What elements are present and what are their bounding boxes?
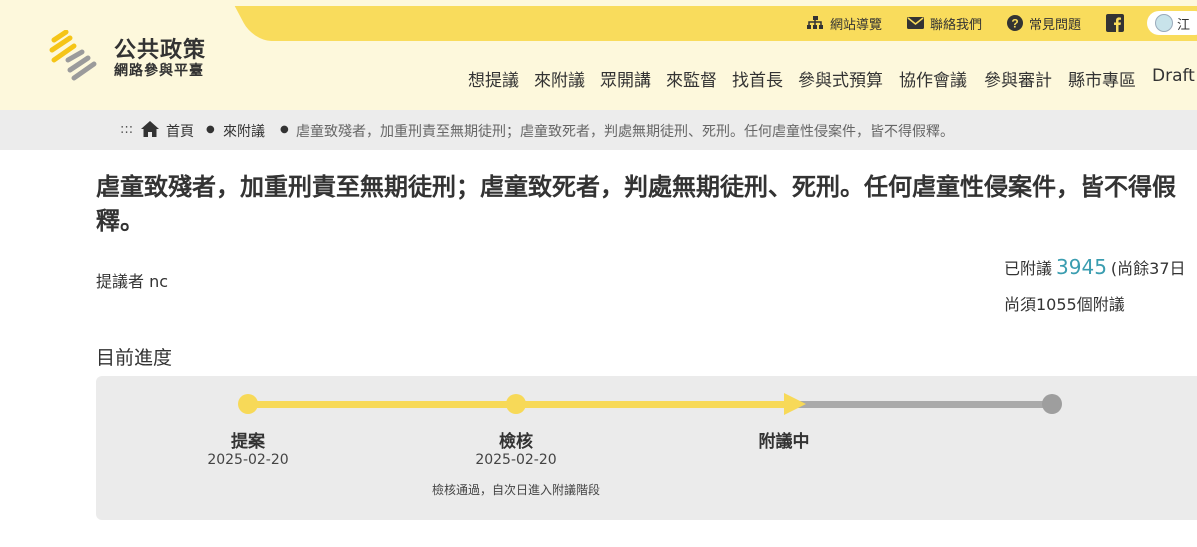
nav-participatory-budget[interactable]: 參與式預算: [798, 66, 883, 92]
proposer-info: 提議者 nc: [96, 272, 169, 291]
language-label: 江: [1177, 17, 1191, 33]
breadcrumb-current: 虐童致殘者，加重刑責至無期徒刑；虐童致死者，判處無期徒刑、死刑。任何虐童性侵案件…: [296, 124, 954, 140]
mail-icon: [907, 17, 924, 29]
facebook-link[interactable]: [1106, 8, 1124, 38]
language-selector[interactable]: 江: [1147, 11, 1197, 35]
nav-propose[interactable]: 想提議: [468, 66, 519, 92]
svg-text:?: ?: [1011, 17, 1018, 31]
sitemap-label: 網站導覽: [830, 17, 883, 33]
step-name-endorsing: 附議中: [758, 432, 810, 452]
breadcrumb: ::: 首頁 ● 來附議 ● 虐童致殘者，加重刑責至無期徒刑；虐童致死者，判處無…: [0, 110, 1197, 150]
sitemap-link[interactable]: 網站導覽: [806, 8, 882, 38]
nav-supervise[interactable]: 來監督: [666, 66, 717, 92]
step-dot-review: [506, 394, 526, 414]
logo-hands-icon: [49, 30, 97, 81]
nav-endorse[interactable]: 來附議: [534, 66, 585, 92]
facebook-icon: [1106, 14, 1124, 32]
endorsed-number: 3945: [1056, 255, 1107, 279]
nav-county-zone[interactable]: 縣市專區: [1068, 66, 1136, 92]
faq-link[interactable]: ? 常見問題: [1007, 8, 1081, 38]
step-date-review: 2025-02-20: [475, 452, 557, 468]
site-header: 公共政策 網路參與平臺 網站導覽 聯絡我們 ? 常見問題 江 想提議 來附議 眾…: [0, 0, 1197, 110]
logo-subtitle: 網路參與平臺: [114, 63, 204, 79]
step-name-proposal: 提案: [231, 432, 265, 452]
nav-discuss[interactable]: 眾開講: [600, 66, 651, 92]
endorsements-needed: 尚須1055個附議: [1004, 295, 1125, 314]
nav-participatory-audit[interactable]: 參與審計: [984, 66, 1052, 92]
breadcrumb-accesskey[interactable]: :::: [120, 122, 133, 137]
step-dot-proposal: [238, 394, 258, 414]
nav-collaboration-meeting[interactable]: 協作會議: [899, 66, 967, 92]
contact-label: 聯絡我們: [930, 17, 983, 33]
site-logo[interactable]: 公共政策 網路參與平臺: [48, 30, 248, 85]
step-note-review: 檢核通過，自次日進入附議階段: [431, 483, 600, 497]
progress-heading: 目前進度: [96, 347, 173, 369]
sitemap-icon: [807, 16, 823, 29]
faq-label: 常見問題: [1029, 17, 1082, 33]
globe-icon: [1155, 14, 1173, 32]
remaining-days: (尚餘37日: [1110, 259, 1186, 278]
breadcrumb-separator-icon: ●: [280, 124, 289, 135]
step-name-review: 檢核: [499, 432, 533, 452]
step-dot-pending: [1042, 394, 1062, 414]
breadcrumb-separator-icon: ●: [206, 124, 215, 135]
proposal-title: 虐童致殘者，加重刑責至無期徒刑；虐童致死者，判處無期徒刑、死刑。任何虐童性侵案件…: [96, 173, 1176, 235]
contact-link[interactable]: 聯絡我們: [907, 8, 982, 38]
endorsement-count: 已附議 3945 (尚餘37日: [1004, 255, 1186, 279]
step-date-proposal: 2025-02-20: [207, 452, 289, 468]
nav-find-chief[interactable]: 找首長: [732, 66, 783, 92]
endorsed-label: 已附議: [1004, 259, 1053, 278]
breadcrumb-category[interactable]: 來附議: [223, 121, 265, 141]
breadcrumb-home[interactable]: 首頁: [166, 121, 194, 141]
question-icon: ?: [1007, 15, 1023, 31]
progress-arrow-icon: [784, 393, 806, 415]
home-icon[interactable]: [140, 120, 160, 138]
nav-draft[interactable]: Draft: [1152, 66, 1195, 92]
